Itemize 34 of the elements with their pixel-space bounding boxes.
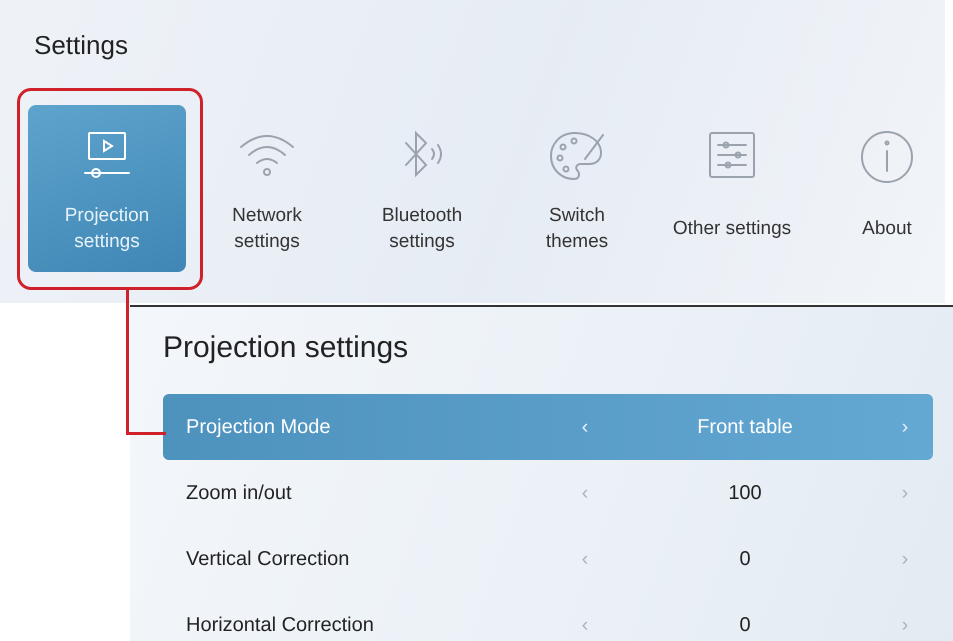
setting-row[interactable]: Horizontal Correction ‹ 0 › xyxy=(163,592,933,641)
settings-tile[interactable]: Switch themes xyxy=(503,105,651,272)
screen-title: Settings xyxy=(33,30,129,62)
settings-tile[interactable]: Bluetooth settings xyxy=(348,105,496,272)
tile-label: Projection settings xyxy=(64,204,150,254)
next-arrow[interactable]: › xyxy=(890,482,920,504)
next-arrow[interactable]: › xyxy=(890,614,920,636)
next-arrow[interactable]: › xyxy=(890,416,920,438)
setting-value: Front table xyxy=(696,416,794,438)
settings-tile[interactable]: Other settings xyxy=(658,105,806,272)
setting-row[interactable]: Projection Mode ‹ Front table › xyxy=(163,394,933,460)
settings-tile[interactable]: Projection settings xyxy=(28,105,186,272)
settings-tile[interactable]: About xyxy=(813,105,953,272)
setting-value: 0 xyxy=(738,548,752,570)
tile-label: Bluetooth settings xyxy=(382,204,462,254)
tile-label: Network settings xyxy=(232,204,302,254)
setting-label: Zoom in/out xyxy=(186,482,292,504)
previous-arrow[interactable]: ‹ xyxy=(570,416,600,438)
panel-title: Projection settings xyxy=(163,331,410,366)
tile-label: About xyxy=(862,217,912,241)
setting-value: 100 xyxy=(727,482,763,504)
setting-row[interactable]: Vertical Correction ‹ 0 › xyxy=(163,526,933,592)
previous-arrow[interactable]: ‹ xyxy=(570,482,600,504)
next-arrow[interactable]: › xyxy=(890,548,920,570)
setting-label: Vertical Correction xyxy=(186,548,350,570)
setting-row[interactable]: Zoom in/out ‹ 100 › xyxy=(163,460,933,526)
settings-tile[interactable]: Network settings xyxy=(193,105,341,272)
setting-value: 0 xyxy=(738,614,752,636)
previous-arrow[interactable]: ‹ xyxy=(570,614,600,636)
previous-arrow[interactable]: ‹ xyxy=(570,548,600,570)
setting-label: Horizontal Correction xyxy=(186,614,374,636)
setting-label: Projection Mode xyxy=(186,416,331,438)
tile-label: Switch themes xyxy=(546,204,608,254)
tile-label: Other settings xyxy=(672,217,792,241)
